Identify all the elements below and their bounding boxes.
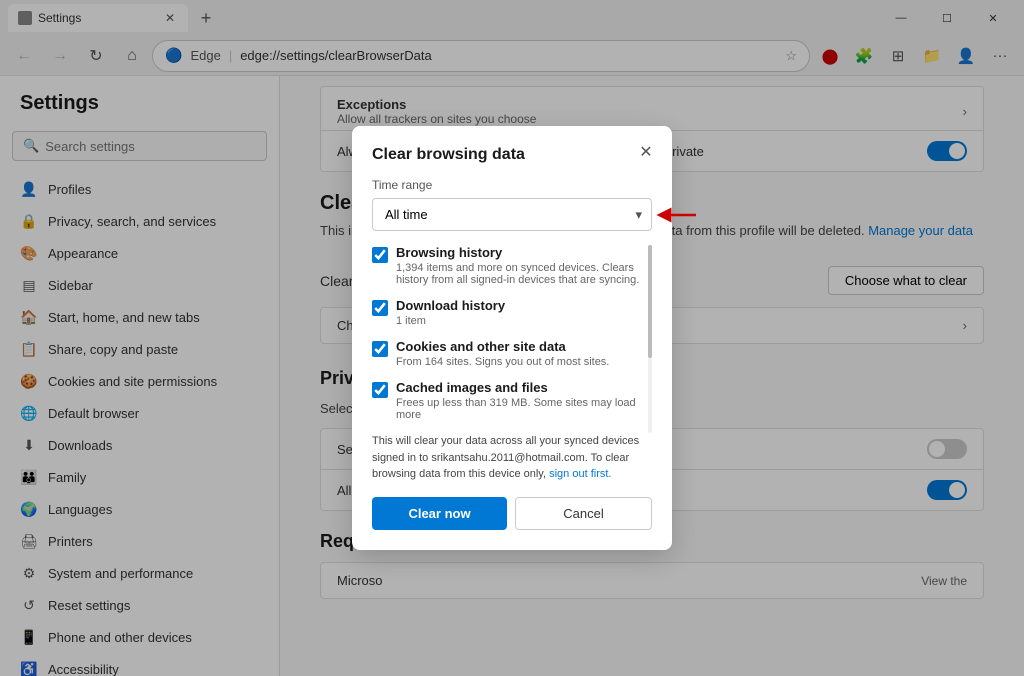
clear-browsing-dialog: Clear browsing data ✕ Time range All tim…	[352, 126, 672, 550]
dialog-buttons: Clear now Cancel	[372, 497, 652, 530]
time-range-select-wrapper: All time Last hour Last 24 hours Last 7 …	[372, 198, 652, 231]
time-range-label: Time range	[372, 178, 652, 192]
checkbox-download-history: Download history 1 item	[372, 298, 652, 327]
checkbox-browsing-history: Browsing history 1,394 items and more on…	[372, 245, 652, 286]
browsing-history-checkbox[interactable]	[372, 247, 388, 263]
cached-desc: Frees up less than 319 MB. Some sites ma…	[396, 397, 652, 421]
sign-out-link[interactable]: sign out first.	[549, 468, 611, 480]
checkbox-cached: Cached images and files Frees up less th…	[372, 380, 652, 421]
red-arrow-indicator	[656, 201, 700, 229]
download-history-label: Download history	[396, 298, 505, 313]
cancel-button[interactable]: Cancel	[515, 497, 652, 530]
scroll-thumb[interactable]	[648, 245, 652, 358]
cached-label: Cached images and files	[396, 380, 652, 395]
dialog-close-button[interactable]: ✕	[634, 140, 658, 164]
download-history-checkbox[interactable]	[372, 300, 388, 316]
download-history-desc: 1 item	[396, 315, 505, 327]
browsing-history-desc: 1,394 items and more on synced devices. …	[396, 262, 652, 286]
dialog-footer-text: This will clear your data across all you…	[372, 433, 652, 483]
cached-checkbox[interactable]	[372, 382, 388, 398]
scroll-track	[648, 245, 652, 433]
clear-now-button[interactable]: Clear now	[372, 497, 507, 530]
dialog-title: Clear browsing data	[372, 146, 652, 164]
checkboxes-container: Browsing history 1,394 items and more on…	[372, 245, 652, 433]
cookies-label: Cookies and other site data	[396, 339, 609, 354]
modal-overlay[interactable]: Clear browsing data ✕ Time range All tim…	[0, 0, 1024, 676]
cookies-desc: From 164 sites. Signs you out of most si…	[396, 356, 609, 368]
browsing-history-label: Browsing history	[396, 245, 652, 260]
checkbox-cookies: Cookies and other site data From 164 sit…	[372, 339, 652, 368]
time-range-select[interactable]: All time Last hour Last 24 hours Last 7 …	[372, 198, 652, 231]
cookies-checkbox[interactable]	[372, 341, 388, 357]
